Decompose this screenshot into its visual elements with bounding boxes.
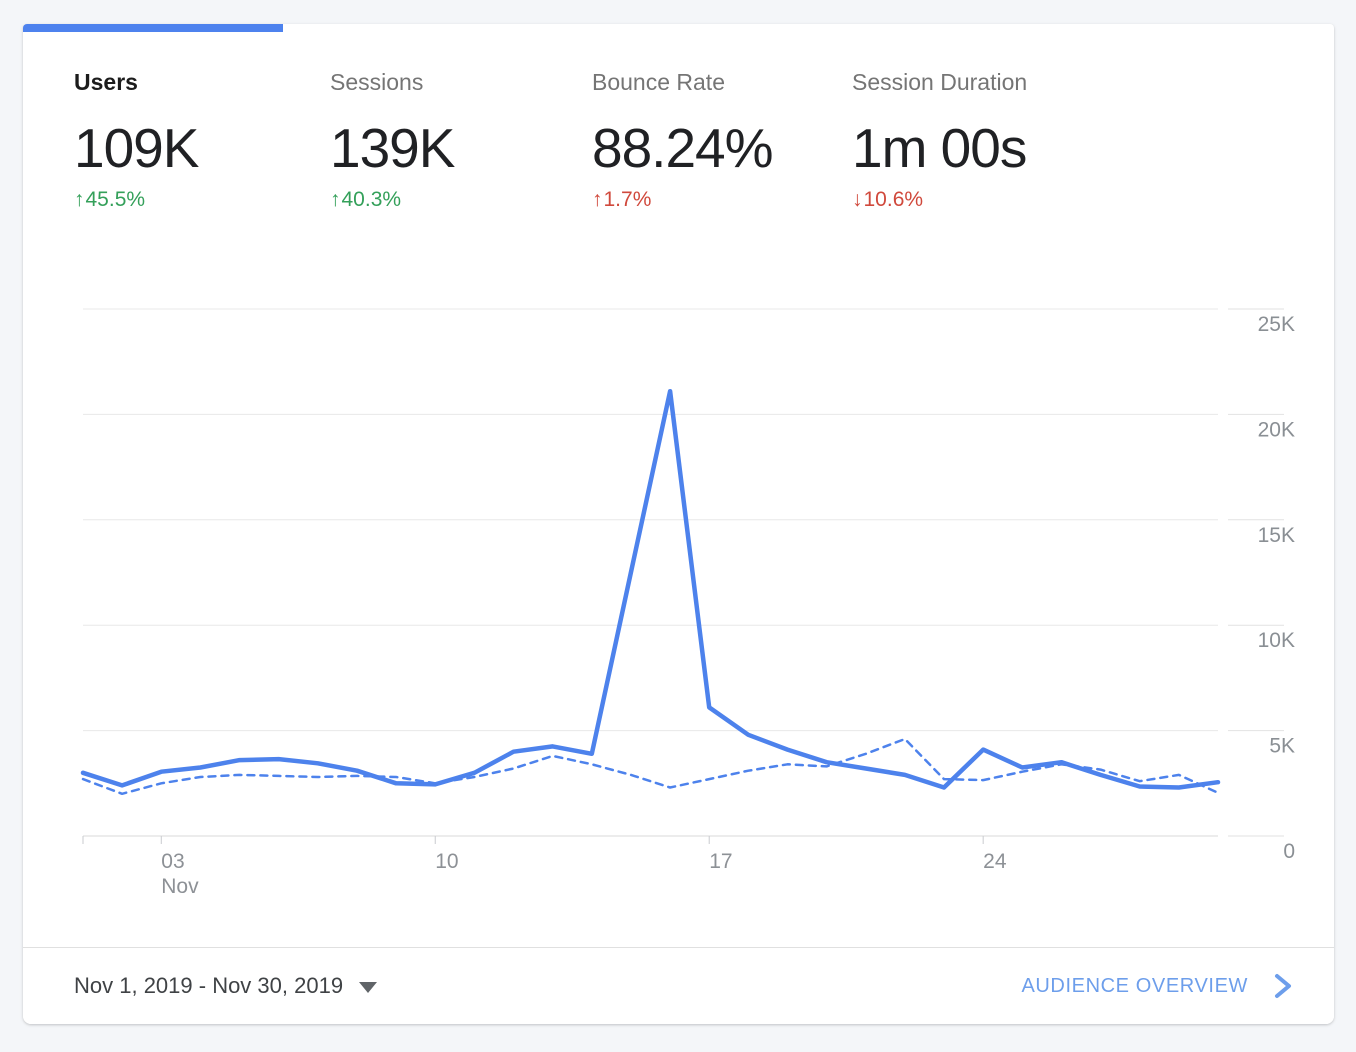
date-range-label: Nov 1, 2019 - Nov 30, 2019: [74, 973, 344, 998]
audience-overview-label: AUDIENCE OVERVIEW: [1021, 975, 1248, 997]
caret-down-icon: [359, 982, 378, 993]
svg-text:25K: 25K: [1258, 313, 1295, 336]
svg-text:5K: 5K: [1269, 735, 1295, 758]
audience-overview-link[interactable]: AUDIENCE OVERVIEW: [1021, 973, 1294, 999]
date-range-selector[interactable]: Nov 1, 2019 - Nov 30, 2019: [74, 973, 378, 999]
svg-text:10: 10: [435, 850, 458, 873]
svg-text:20K: 20K: [1258, 418, 1295, 441]
card-footer: Nov 1, 2019 - Nov 30, 2019 AUDIENCE OVER…: [23, 947, 1334, 1024]
svg-text:24: 24: [983, 850, 1007, 873]
svg-text:03: 03: [161, 850, 184, 873]
svg-text:17: 17: [709, 850, 732, 873]
svg-text:15K: 15K: [1258, 524, 1295, 547]
chevron-right-icon: [1275, 974, 1291, 998]
svg-text:10K: 10K: [1258, 629, 1295, 652]
users-line-chart[interactable]: 0 5K 10K 15K 20K 25K 03Nov 10 17 24: [23, 24, 1334, 1024]
svg-text:Nov: Nov: [161, 875, 199, 898]
svg-text:0: 0: [1283, 840, 1295, 863]
analytics-overview-card: Users 109K ↑ 45.5% Sessions 139K ↑ 40.3% B…: [23, 24, 1334, 1024]
